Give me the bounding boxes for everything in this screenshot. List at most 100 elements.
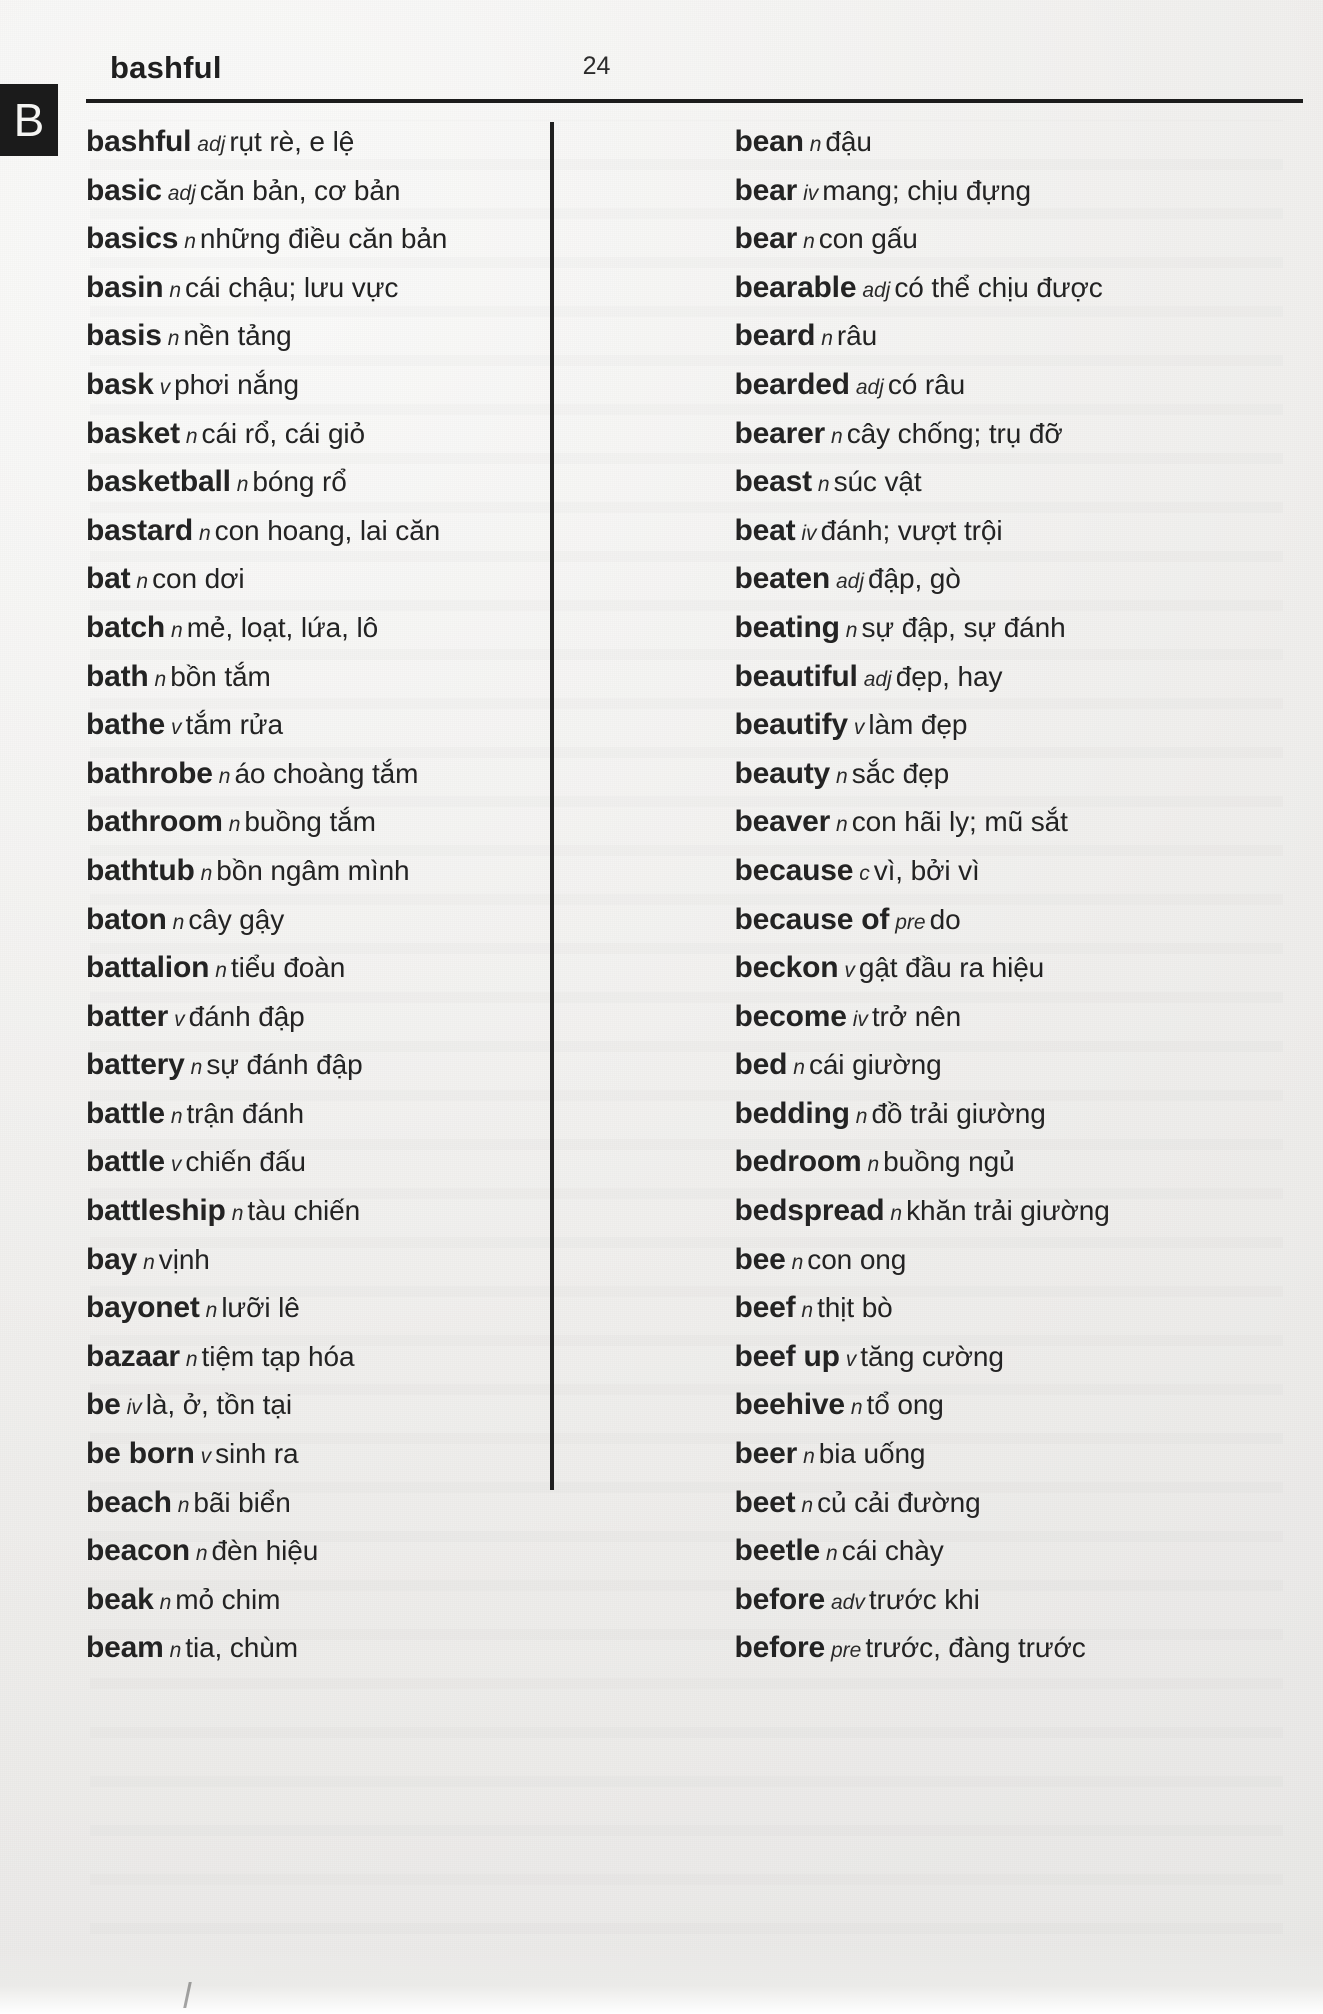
entry-headword: bee	[734, 1242, 786, 1276]
entry-headword: beak	[86, 1582, 154, 1616]
entry-part-of-speech: n	[228, 813, 241, 837]
entry-part-of-speech: n	[205, 1299, 218, 1323]
entry-headword: beehive	[734, 1388, 846, 1422]
entry-headword: bashful	[86, 125, 192, 158]
entry-headword: basketball	[86, 465, 231, 499]
entry-gloss: cái chày	[841, 1535, 944, 1567]
entry-part-of-speech: n	[831, 424, 843, 448]
entry-part-of-speech: n	[184, 230, 196, 254]
entry-headword: bedding	[734, 1096, 850, 1130]
entry-gloss: mang; chịu đựng	[822, 174, 1031, 206]
dictionary-entry: bat n con dơi	[86, 555, 681, 604]
dictionary-entry: beat iv đánh; vượt trội	[735, 507, 1308, 556]
entry-part-of-speech: adj	[863, 667, 892, 691]
dictionary-entry: beef n thịt bò	[735, 1284, 1308, 1333]
entry-gloss: tiểu đoàn	[230, 952, 346, 984]
entry-headword: beast	[734, 465, 813, 499]
entry-part-of-speech: iv	[803, 181, 819, 205]
dictionary-entry: baton n cây gậy	[86, 896, 681, 945]
entry-part-of-speech: v	[174, 1007, 185, 1031]
entry-part-of-speech: n	[167, 327, 180, 351]
entry-headword: beam	[86, 1631, 164, 1665]
entry-gloss: cái giường	[808, 1049, 942, 1081]
entry-gloss: đập, gò	[868, 563, 961, 595]
entry-part-of-speech: pre	[895, 910, 926, 934]
column-divider	[550, 122, 554, 1490]
entry-part-of-speech: n	[890, 1202, 903, 1226]
entry-part-of-speech: adj	[862, 278, 891, 302]
entry-gloss: áo choàng tắm	[234, 757, 419, 789]
entry-headword: beef	[734, 1291, 796, 1325]
entry-part-of-speech: iv	[126, 1396, 142, 1420]
dictionary-entry: beautify v làm đẹp	[735, 701, 1308, 750]
page-number: 24	[582, 52, 611, 80]
entry-gloss: cây chống; trụ đỡ	[846, 417, 1063, 449]
left-column: bashful adj rụt rè, e lệ basic adj căn bản, c…	[86, 118, 697, 1664]
entry-gloss: con dơi	[152, 563, 245, 595]
entry-part-of-speech: v	[844, 959, 855, 983]
entry-part-of-speech: pre	[831, 1639, 862, 1663]
entry-part-of-speech: n	[855, 1104, 868, 1128]
entry-gloss: tắm rửa	[185, 709, 284, 741]
dictionary-entry: beacon n đèn hiệu	[86, 1527, 681, 1576]
entry-headword: bear	[734, 173, 798, 207]
entry-part-of-speech: iv	[852, 1007, 868, 1031]
entry-part-of-speech: iv	[801, 521, 817, 545]
entry-part-of-speech: n	[170, 1104, 183, 1128]
entry-headword: beauty	[734, 756, 831, 790]
dictionary-entry: bedspread n khăn trải giường	[735, 1187, 1308, 1236]
dictionary-entry: bashful adj rụt rè, e lệ	[86, 118, 681, 167]
entry-headword: bedspread	[734, 1194, 885, 1228]
entry-part-of-speech: n	[136, 570, 149, 594]
entry-headword: bearable	[734, 270, 857, 304]
entry-headword: beetle	[734, 1534, 821, 1568]
dictionary-entry: battle v chiến đấu	[86, 1138, 681, 1187]
entry-part-of-speech: v	[159, 375, 171, 399]
entry-headword: basin	[86, 270, 164, 304]
entry-part-of-speech: n	[850, 1396, 863, 1420]
entry-gloss: do	[929, 903, 961, 935]
entry-part-of-speech: n	[143, 1250, 155, 1274]
dictionary-entry: basket n cái rổ, cái giỏ	[86, 410, 681, 459]
entry-gloss: bãi biển	[193, 1486, 291, 1518]
entry-gloss: con hãi ly; mũ sắt	[851, 806, 1068, 838]
dictionary-entry: beautiful adj đẹp, hay	[735, 653, 1308, 702]
entry-part-of-speech: adj	[167, 181, 196, 205]
entry-gloss: đậu	[825, 126, 872, 157]
entry-headword: beautify	[734, 708, 849, 742]
dictionary-entry: bearable adj có thể chịu được	[735, 264, 1308, 313]
entry-gloss: làm đẹp	[868, 709, 968, 741]
entry-gloss: khăn trải giường	[906, 1195, 1110, 1227]
dictionary-entry: beckon v gật đầu ra hiệu	[735, 944, 1308, 993]
entry-part-of-speech: n	[793, 1056, 805, 1080]
entry-gloss: tiệm tạp hóa	[201, 1340, 355, 1372]
entry-headword: become	[734, 999, 847, 1033]
dictionary-entry: beauty n sắc đẹp	[735, 750, 1308, 799]
entry-headword: beet	[734, 1485, 796, 1519]
entry-gloss: có râu	[887, 368, 966, 400]
entry-part-of-speech: n	[159, 1590, 172, 1614]
entry-part-of-speech: n	[185, 1347, 198, 1371]
entry-headword: basket	[86, 416, 180, 450]
dictionary-entry: beef up v tăng cường	[735, 1333, 1308, 1382]
entry-part-of-speech: n	[172, 910, 185, 934]
entry-gloss: đồ trải giường	[871, 1097, 1046, 1129]
letter-tab-label: B	[13, 94, 45, 146]
entry-headword: battle	[86, 1096, 165, 1130]
entry-headword: bat	[86, 562, 131, 596]
dictionary-entry: beetle n cái chày	[735, 1527, 1308, 1576]
entry-headword: baton	[86, 902, 167, 936]
entry-gloss: trở nên	[871, 1000, 962, 1032]
dictionary-entry: bean n đậu	[735, 118, 1308, 167]
dictionary-entry: beam n tia, chùm	[86, 1624, 681, 1673]
entry-headword: bearded	[734, 367, 851, 401]
entry-headword: beard	[734, 319, 816, 353]
entry-part-of-speech: n	[809, 133, 822, 156]
entry-gloss: căn bản, cơ bản	[199, 174, 401, 206]
dictionary-entry: battleship n tàu chiến	[86, 1187, 681, 1236]
dictionary-entry: be born v sinh ra	[86, 1430, 681, 1479]
entry-gloss: con ong	[807, 1243, 907, 1275]
entry-headword: beef up	[734, 1339, 840, 1373]
entry-gloss: đánh đập	[188, 1000, 305, 1032]
dictionary-entry: bear iv mang; chịu đựng	[735, 167, 1308, 216]
